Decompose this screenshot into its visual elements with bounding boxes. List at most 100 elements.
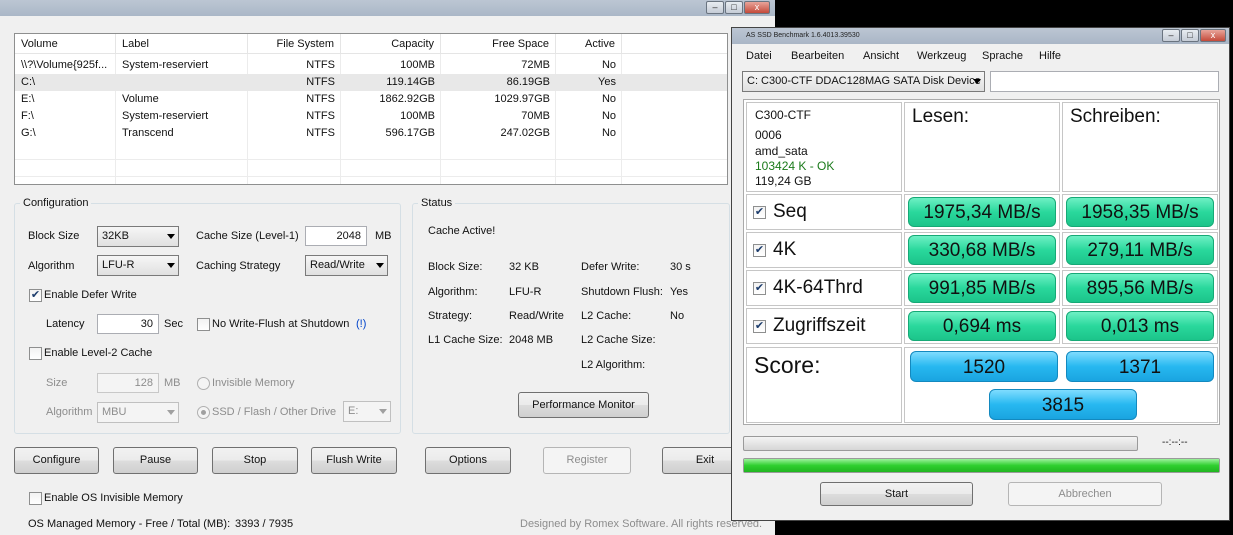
close-button[interactable]: x [1200, 29, 1226, 42]
read-header: Lesen: [912, 106, 970, 127]
l2-algorithm-select[interactable]: MBU [97, 402, 179, 423]
menu-bearbeiten[interactable]: Bearbeiten [791, 50, 844, 62]
cancel-button[interactable]: Abbrechen [1008, 482, 1162, 506]
ssd-flash-radio[interactable] [197, 406, 210, 419]
status-l2cache-value: No [670, 310, 685, 322]
test-checkbox-access-time[interactable]: ✔ [753, 320, 766, 333]
close-button[interactable]: x [744, 1, 770, 14]
read-result-seq: 1975,34 MB/s [908, 197, 1056, 227]
status-algorithm-value: LFU-R [509, 286, 542, 298]
table-cell: 70MB [521, 110, 550, 122]
no-write-flush-label: No Write-Flush at Shutdown [212, 318, 350, 330]
register-button[interactable]: Register [543, 447, 631, 474]
test-label-seq: Seq [773, 201, 807, 222]
latency-input[interactable]: 30 [97, 314, 159, 334]
maximize-button[interactable]: □ [725, 1, 743, 14]
latency-label: Latency [46, 318, 85, 330]
l2-size-input[interactable]: 128 [97, 373, 159, 393]
block-size-label: Block Size [28, 230, 80, 242]
level2-cache-checkbox[interactable] [29, 347, 42, 360]
minimize-button[interactable]: – [1162, 29, 1180, 42]
defer-write-checkbox[interactable]: ✔ [29, 289, 42, 302]
start-button[interactable]: Start [820, 482, 973, 506]
pause-button[interactable]: Pause [113, 447, 198, 474]
table-cell: Yes [598, 76, 616, 88]
table-cell: 247.02GB [500, 127, 550, 139]
table-row[interactable]: G:\ Transcend NTFS 596.17GB 247.02GB No [15, 125, 727, 142]
help-link[interactable]: (!) [356, 318, 366, 330]
status-algorithm-label: Algorithm: [428, 286, 478, 298]
drive-alignment: 103424 K - OK [755, 159, 835, 173]
write-cell-seq: 1958,35 MB/s [1062, 194, 1218, 230]
column-header-free-space[interactable]: Free Space [441, 34, 556, 54]
menu-sprache[interactable]: Sprache [982, 50, 1023, 62]
table-cell: C:\ [21, 76, 36, 88]
chevron-down-icon [379, 409, 387, 414]
cache-size-input[interactable]: 2048 [305, 226, 367, 246]
status-l2alg-label: L2 Algorithm: [581, 359, 646, 371]
table-row[interactable]: C:\ NTFS 119.14GB 86.19GB Yes [15, 74, 727, 91]
test-label-cell-4k-64thrd: ✔ 4K-64Thrd [746, 270, 902, 306]
drive-info-field[interactable] [990, 71, 1219, 92]
no-write-flush-checkbox[interactable] [197, 318, 210, 331]
score-cell: 1520 1371 3815 [904, 347, 1218, 423]
algorithm-value: LFU-R [102, 259, 135, 271]
l2-algorithm-label: Algorithm [46, 406, 93, 418]
flush-write-button[interactable]: Flush Write [311, 447, 397, 474]
test-label-4k-64thrd: 4K-64Thrd [773, 277, 863, 298]
table-row[interactable]: F:\ System-reserviert NTFS 100MB 70MB No [15, 108, 727, 125]
status-l1size-value: 2048 MB [509, 334, 554, 346]
minimize-button[interactable]: – [706, 1, 724, 14]
column-header-active[interactable]: Active [556, 34, 622, 54]
volume-table[interactable]: Volume Label File System Capacity Free S… [14, 33, 728, 185]
drive-select-value: C: C300-CTF DDAC128MAG SATA Disk Device [747, 75, 981, 87]
status-l2cache-label: L2 Cache: [581, 310, 632, 322]
column-header-capacity[interactable]: Capacity [341, 34, 441, 54]
window-title: AS SSD Benchmark 1.6.4013.39530 [746, 32, 860, 39]
menu-ansicht[interactable]: Ansicht [863, 50, 899, 62]
stop-button[interactable]: Stop [212, 447, 298, 474]
defer-write-label: Enable Defer Write [44, 289, 137, 301]
column-header-volume[interactable]: Volume [15, 34, 116, 54]
maximize-button[interactable]: □ [1181, 29, 1199, 42]
status-block-size-value: 32 KB [509, 261, 539, 273]
table-cell: No [601, 93, 616, 105]
column-header-file-system[interactable]: File System [248, 34, 341, 54]
menu-datei[interactable]: Datei [746, 50, 772, 62]
read-cell-4k-64thrd: 991,85 MB/s [904, 270, 1060, 306]
invisible-memory-label: Invisible Memory [212, 377, 295, 389]
test-checkbox-4k-64thrd[interactable]: ✔ [753, 282, 766, 295]
table-cell: 86.19GB [506, 76, 550, 88]
invisible-memory-radio[interactable] [197, 377, 210, 390]
block-size-select[interactable]: 32KB [97, 226, 179, 247]
menu-hilfe[interactable]: Hilfe [1039, 50, 1061, 62]
table-cell: NTFS [306, 127, 335, 139]
score-label-cell: Score: [746, 347, 902, 423]
drive-value: E: [348, 405, 359, 417]
write-header: Schreiben: [1070, 106, 1161, 127]
write-cell-access-time: 0,013 ms [1062, 308, 1218, 344]
table-cell: \\?\Volume{925f... [21, 59, 108, 71]
drive-select[interactable]: E: [343, 401, 391, 422]
table-cell: 596.17GB [385, 127, 435, 139]
options-button[interactable]: Options [425, 447, 511, 474]
read-header-cell: Lesen: [904, 102, 1060, 192]
table-cell: NTFS [306, 110, 335, 122]
table-cell: System-reserviert [122, 59, 209, 71]
chevron-down-icon [167, 410, 175, 415]
configure-button[interactable]: Configure [14, 447, 99, 474]
menu-werkzeug[interactable]: Werkzeug [917, 50, 966, 62]
column-header-label[interactable]: Label [116, 34, 248, 54]
test-checkbox-seq[interactable]: ✔ [753, 206, 766, 219]
table-row[interactable]: E:\ Volume NTFS 1862.92GB 1029.97GB No [15, 91, 727, 108]
write-cell-4k: 279,11 MB/s [1062, 232, 1218, 268]
caching-strategy-select[interactable]: Read/Write [305, 255, 388, 276]
test-checkbox-4k[interactable]: ✔ [753, 244, 766, 257]
performance-monitor-button[interactable]: Performance Monitor [518, 392, 649, 418]
drive-select[interactable]: C: C300-CTF DDAC128MAG SATA Disk Device [742, 71, 985, 92]
copyright-text: Designed by Romex Software. All rights r… [520, 518, 763, 530]
os-invisible-memory-checkbox[interactable] [29, 492, 42, 505]
table-row[interactable]: \\?\Volume{925f... System-reserviert NTFS 1… [15, 57, 727, 74]
algorithm-select[interactable]: LFU-R [97, 255, 179, 276]
table-cell: 72MB [521, 59, 550, 71]
